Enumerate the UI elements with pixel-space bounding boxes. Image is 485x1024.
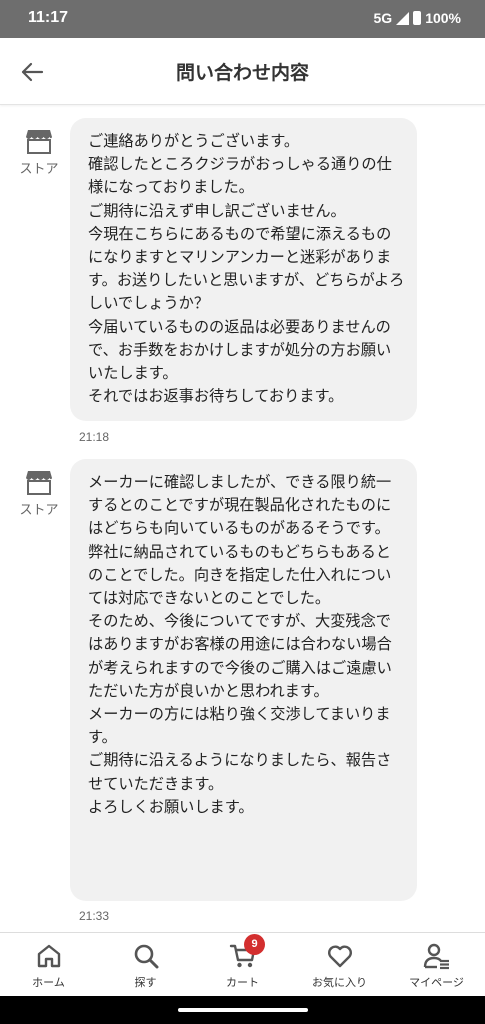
sender: ストア [14,128,64,177]
status-bar: 11:17 5G 100% [0,0,485,38]
nav-item-mypage[interactable]: マイページ [388,933,485,996]
nav-item-search[interactable]: 探す [97,933,194,996]
bottom-nav: ホーム 探す 9 カート お気に入り マイページ [0,932,485,996]
app-header: 問い合わせ内容 [0,38,485,105]
nav-label: マイページ [409,976,464,989]
battery-level: 100% [425,10,461,26]
store-icon [26,471,52,495]
nav-label: お気に入り [312,976,367,989]
nav-label: カート [226,976,259,989]
battery-icon [413,11,422,25]
user-icon [423,943,449,970]
status-indicators: 5G 100% [374,10,462,26]
sender: ストア [14,469,64,518]
cart-badge: 9 [244,934,265,955]
nav-item-home[interactable]: ホーム [0,933,97,996]
sender-label: ストア [19,162,59,177]
heart-icon [327,945,352,968]
home-icon [37,944,60,968]
message-bubble: メーカーに確認しましたが、できる限り統一するとのことですが現在製品化されたものに… [70,459,417,901]
network-label: 5G [373,10,393,26]
message-time: 21:18 [79,430,110,444]
store-icon [26,130,52,154]
signal-icon [396,11,410,25]
home-indicator[interactable] [178,1008,308,1012]
page-title: 問い合わせ内容 [175,62,309,84]
message-time: 21:33 [79,909,110,923]
system-nav-bar [0,996,485,1024]
nav-label: 探す [134,976,157,989]
status-time: 11:17 [28,9,69,26]
sender-label: ストア [19,503,59,518]
nav-item-favorites[interactable]: お気に入り [291,933,388,996]
nav-label: ホーム [32,976,65,989]
search-icon [134,944,158,969]
nav-item-cart[interactable]: 9 カート [194,933,291,996]
message-bubble: ご連絡ありがとうございます。 確認したところクジラがおっしゃる通りの仕様になって… [70,118,417,421]
